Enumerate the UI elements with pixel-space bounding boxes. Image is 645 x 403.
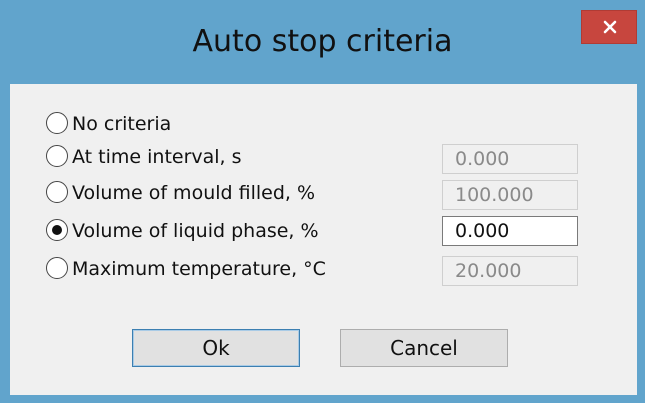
volume-mould-filled-field[interactable]: 100.000 [442, 180, 578, 210]
option-volume-mould-filled[interactable]: Volume of mould filled, % [36, 179, 436, 209]
option-label: At time interval, s [72, 146, 242, 168]
option-time-interval[interactable]: At time interval, s [36, 143, 436, 173]
ok-button[interactable]: Ok [132, 329, 300, 367]
dialog-title: Auto stop criteria [192, 24, 453, 59]
close-icon [603, 20, 617, 34]
maximum-temperature-field[interactable]: 20.000 [442, 256, 578, 286]
cancel-button[interactable]: Cancel [340, 329, 508, 367]
option-maximum-temperature[interactable]: Maximum temperature, °C [36, 255, 436, 285]
auto-stop-criteria-dialog: Auto stop criteria No criteria At time i… [0, 0, 645, 403]
option-label: Maximum temperature, °C [72, 258, 326, 280]
close-button[interactable] [581, 10, 637, 44]
radio-volume-liquid-phase[interactable] [46, 219, 68, 241]
radio-selected-dot [51, 224, 62, 235]
option-volume-liquid-phase[interactable]: Volume of liquid phase, % [36, 217, 436, 247]
title-bar: Auto stop criteria [0, 0, 645, 84]
window-frame-bottom [0, 395, 645, 403]
time-interval-field[interactable]: 0.000 [442, 144, 578, 174]
volume-liquid-phase-field[interactable]: 0.000 [442, 216, 578, 246]
radio-no-criteria[interactable] [46, 112, 68, 134]
option-label: No criteria [72, 113, 172, 135]
option-no-criteria[interactable]: No criteria [36, 110, 436, 140]
radio-time-interval[interactable] [46, 145, 68, 167]
radio-volume-mould-filled[interactable] [46, 181, 68, 203]
radio-maximum-temperature[interactable] [46, 257, 68, 279]
option-label: Volume of mould filled, % [72, 182, 316, 204]
window-frame-right [637, 84, 645, 403]
option-label: Volume of liquid phase, % [72, 220, 319, 242]
window-frame-left [0, 84, 10, 403]
